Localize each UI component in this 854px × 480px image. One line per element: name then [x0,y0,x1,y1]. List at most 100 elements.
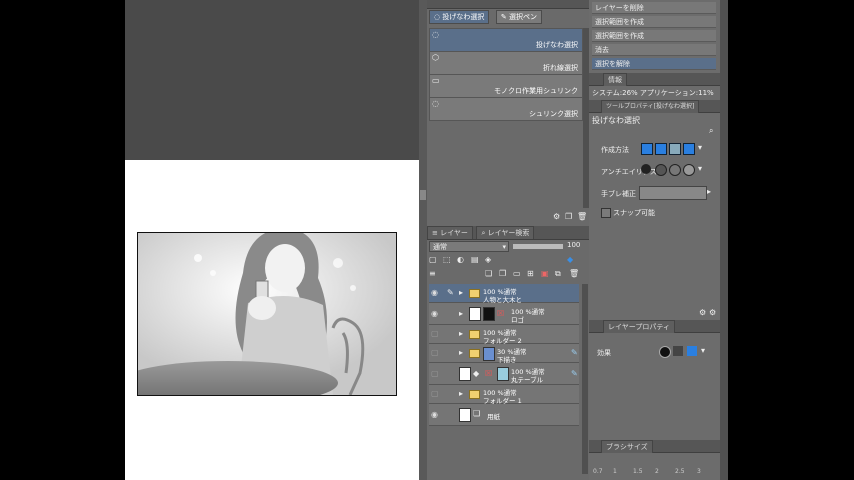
copy-icon[interactable]: ❐ [565,212,572,221]
reference-icon[interactable]: ◐ [457,255,464,264]
brush-size-option[interactable]: 0.7 [593,468,603,475]
copy-layer-icon[interactable]: ⧉ [555,269,561,279]
illustration[interactable] [137,232,397,396]
chevron-down-icon[interactable]: ▾ [698,143,702,152]
system-usage-text: システム:26% アプリケーション:11% [592,89,714,97]
layer-row[interactable]: ▢ ▸ 100 %通常 フォルダー 2 [429,325,579,345]
brush-size-option[interactable]: 1.5 [633,468,643,475]
layer-row[interactable]: ▢ ◆ ☒ 100 %通常 丸テーブル ✎ [429,363,579,385]
snap-checkbox[interactable] [601,208,611,218]
clip-icon[interactable]: ⬚ [443,255,451,264]
history-item-label: 選択範囲を作成 [595,32,644,40]
antialias-none-icon[interactable] [641,164,651,174]
eye-icon[interactable]: ▢ [431,348,440,357]
lock-icon[interactable]: ▢ [429,255,437,264]
eye-icon[interactable]: ▢ [431,329,440,338]
chevron-right-icon[interactable]: ▸ [459,288,463,297]
subtool-item-polyline[interactable]: ⬡ 折れ線選択 [429,51,583,75]
intersect-selection-icon[interactable] [683,143,695,155]
new-vector-layer-icon[interactable]: ❐ [499,269,506,278]
layer-color-icon[interactable]: ◈ [485,255,491,264]
opacity-slider[interactable] [513,244,563,249]
history-item[interactable]: 選択を解除 [592,58,716,70]
antialias-strong-icon[interactable] [683,164,695,176]
tab-tool-property[interactable]: ツールプロパティ[投げなわ選択] [601,100,700,113]
eye-icon[interactable]: ◉ [431,288,440,297]
brush-size-option[interactable]: 1 [613,468,617,475]
chevron-right-icon[interactable]: ▸ [707,187,711,196]
chevron-right-icon[interactable]: ▸ [459,389,463,398]
stabilize-slider[interactable] [639,186,707,200]
tab-info[interactable]: 情報 [603,73,627,86]
mask-icon[interactable]: ◆ [567,255,573,264]
wrench-icon[interactable]: ⚙ [699,308,706,317]
merge-icon[interactable]: ⊞ [527,269,534,278]
add-selection-icon[interactable] [655,143,667,155]
eye-icon[interactable]: ◉ [431,410,440,419]
tool-property-title: 投げなわ選択 [592,116,640,125]
layer-color-effect-icon[interactable] [687,346,697,356]
subtract-selection-icon[interactable] [669,143,681,155]
history-item[interactable]: 選択範囲を作成 [592,16,716,28]
settings-icon[interactable]: ⚙ [553,212,560,221]
eye-icon[interactable]: ▢ [431,369,440,378]
tab-layer-search[interactable]: ⌕ レイヤー検索 [476,226,535,239]
layer-name: 丸テーブル [511,376,544,384]
subtool-item-label: 折れ線選択 [543,64,578,72]
trash-icon[interactable]: 🗑 [569,269,579,278]
tab-layer-property[interactable]: レイヤープロパティ [603,320,675,333]
brush-size-option[interactable]: 2.5 [675,468,685,475]
snap-label: スナップ可能 [613,209,655,217]
blend-mode-select[interactable]: 通常 ▾ [429,241,509,252]
history-item[interactable]: 選択範囲を作成 [592,30,716,42]
new-selection-icon[interactable] [641,143,653,155]
chevron-right-icon[interactable]: ▸ [459,329,463,338]
layer-row[interactable]: ◉ ▸ ☒ 100 %通常 ロゴ [429,303,579,325]
blend-mode-value: 通常 [433,243,447,251]
layer-row[interactable]: ▢ ▸ 100 %通常 フォルダー 1 [429,385,579,405]
pen-icon: ✎ [500,13,507,21]
subtool-item-mono-shrink[interactable]: ▭ モノクロ作業用シュリンク [429,74,583,98]
border-effect-icon[interactable] [659,346,671,358]
pen-icon: ✎ [447,288,454,297]
vector-icon: ◆ [473,369,480,378]
antialias-medium-icon[interactable] [669,164,681,176]
layer-row[interactable]: ◉ ✎ ▸ 100 %通常 人物と大木と [429,284,579,304]
tab-selection-pen[interactable]: ✎ 選択ペン [495,10,542,24]
chevron-down-icon[interactable]: ▾ [698,164,702,173]
tab-lasso-select[interactable]: ◌ 投げなわ選択 [429,10,490,24]
subtool-item-lasso[interactable]: ◌ 投げなわ選択 [429,28,583,52]
search-icon[interactable]: ⌕ [709,126,713,136]
new-raster-layer-icon[interactable]: ❏ [485,269,492,278]
mask-delete-icon[interactable]: ▣ [541,269,549,278]
tab-layer[interactable]: ≡ レイヤー [427,226,473,239]
chevron-right-icon[interactable]: ▸ [459,348,463,357]
layer-scrollbar[interactable] [582,284,588,474]
chevron-right-icon[interactable]: ▸ [459,309,463,318]
new-folder-icon[interactable]: ▭ [513,269,521,278]
eye-icon[interactable]: ▢ [431,389,440,398]
antialias-weak-icon[interactable] [655,164,667,176]
brush-size-option[interactable]: 2 [655,468,659,475]
transparency-lock-icon[interactable]: ▤ [471,255,479,264]
eye-icon[interactable]: ◉ [431,309,440,318]
chevron-down-icon[interactable]: ▾ [701,346,705,355]
history-item[interactable]: レイヤーを削除 [592,2,716,14]
scroll-thumb[interactable] [420,190,426,200]
trash-icon[interactable]: 🗑 [577,212,587,221]
subtool-item-shrink[interactable]: ◌ シュリンク選択 [429,97,583,121]
illustration-art [138,233,396,395]
right-edge-scrollbar[interactable] [720,0,728,480]
lasso-icon: ◌ [434,13,441,21]
brush-size-option[interactable]: 3 [697,468,701,475]
desktop-background [728,0,854,480]
tab-label: 情報 [608,76,622,84]
tone-effect-icon[interactable] [673,346,683,356]
layer-row[interactable]: ▢ ▸ 30 %通常 下描き ✎ [429,344,579,364]
history-item[interactable]: 消去 [592,44,716,56]
tab-brush-size[interactable]: ブラシサイズ [601,440,653,453]
layer-list-icon[interactable]: ≡ [429,269,436,278]
settings-icon[interactable]: ⚙ [709,308,716,317]
canvas-vertical-scrollbar[interactable] [419,0,427,480]
layer-row[interactable]: ◉ ❏ 用紙 [429,404,579,426]
